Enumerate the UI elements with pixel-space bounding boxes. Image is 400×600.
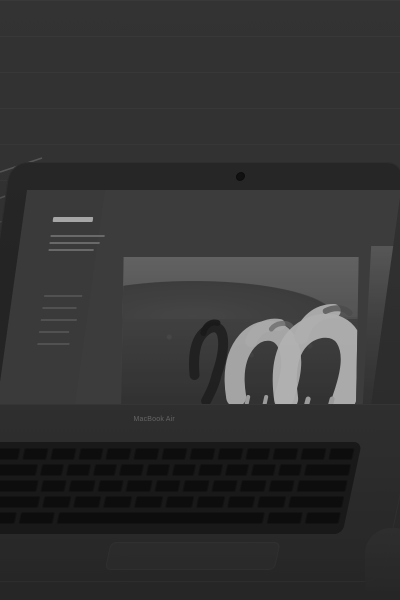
key — [198, 464, 224, 476]
sidebar-menu-item — [42, 307, 77, 309]
key — [72, 496, 102, 508]
keyboard-row — [0, 512, 342, 524]
key — [164, 496, 195, 508]
keyboard-row — [0, 480, 348, 492]
key — [244, 448, 272, 460]
main-horse-photo — [120, 257, 359, 407]
key — [41, 496, 71, 508]
key — [154, 480, 182, 492]
key — [182, 480, 210, 492]
key — [68, 480, 96, 492]
key — [21, 448, 49, 460]
sidebar-line — [49, 242, 100, 244]
key — [277, 464, 303, 476]
sidebar-menu — [36, 295, 84, 355]
sidebar-menu-item — [38, 331, 70, 333]
key — [211, 480, 239, 492]
key — [300, 448, 327, 460]
key — [133, 448, 160, 460]
key — [272, 448, 299, 460]
sidebar-title-bar — [52, 217, 94, 222]
key — [39, 464, 65, 476]
keyboard-row — [0, 464, 352, 476]
key — [224, 464, 250, 476]
key — [145, 464, 171, 476]
key — [250, 464, 276, 476]
key — [195, 496, 226, 508]
trackpad — [105, 542, 281, 570]
second-photo — [362, 246, 400, 410]
key — [0, 480, 39, 492]
key — [267, 480, 295, 492]
key — [97, 480, 125, 492]
sidebar-text-lines — [48, 235, 106, 256]
keyboard-row — [0, 496, 345, 508]
key — [0, 448, 21, 460]
key — [18, 512, 56, 524]
photo-scene: MacBook Air — [0, 0, 400, 600]
horses-icon — [189, 304, 359, 407]
key — [65, 464, 91, 476]
keyboard-row — [0, 448, 355, 460]
key — [239, 480, 267, 492]
laptop-base: MacBook Air — [0, 404, 400, 582]
key — [0, 512, 18, 524]
laptop-screen — [0, 190, 400, 430]
key — [226, 496, 256, 508]
key — [288, 496, 345, 508]
key — [56, 512, 265, 524]
brand-label: MacBook Air — [133, 416, 175, 423]
key — [216, 448, 244, 460]
right-edge-object — [365, 528, 400, 600]
key — [77, 448, 105, 460]
key — [328, 448, 355, 460]
key — [304, 512, 342, 524]
key — [103, 496, 133, 508]
camera-icon — [235, 172, 246, 181]
key — [303, 464, 352, 476]
key — [49, 448, 77, 460]
key — [171, 464, 197, 476]
key — [161, 448, 188, 460]
key — [0, 496, 41, 508]
key — [0, 464, 39, 476]
sidebar-menu-item — [37, 343, 70, 345]
key — [105, 448, 132, 460]
sidebar-line — [48, 249, 94, 251]
sidebar-menu-item — [40, 319, 77, 321]
key — [189, 448, 216, 460]
key — [134, 496, 164, 508]
sidebar-menu-item — [44, 295, 83, 297]
key — [296, 480, 348, 492]
key — [118, 464, 144, 476]
key — [125, 480, 153, 492]
sidebar-line — [50, 235, 105, 237]
key — [266, 512, 303, 524]
key — [257, 496, 287, 508]
keyboard — [0, 442, 362, 534]
key — [92, 464, 118, 476]
key — [40, 480, 68, 492]
